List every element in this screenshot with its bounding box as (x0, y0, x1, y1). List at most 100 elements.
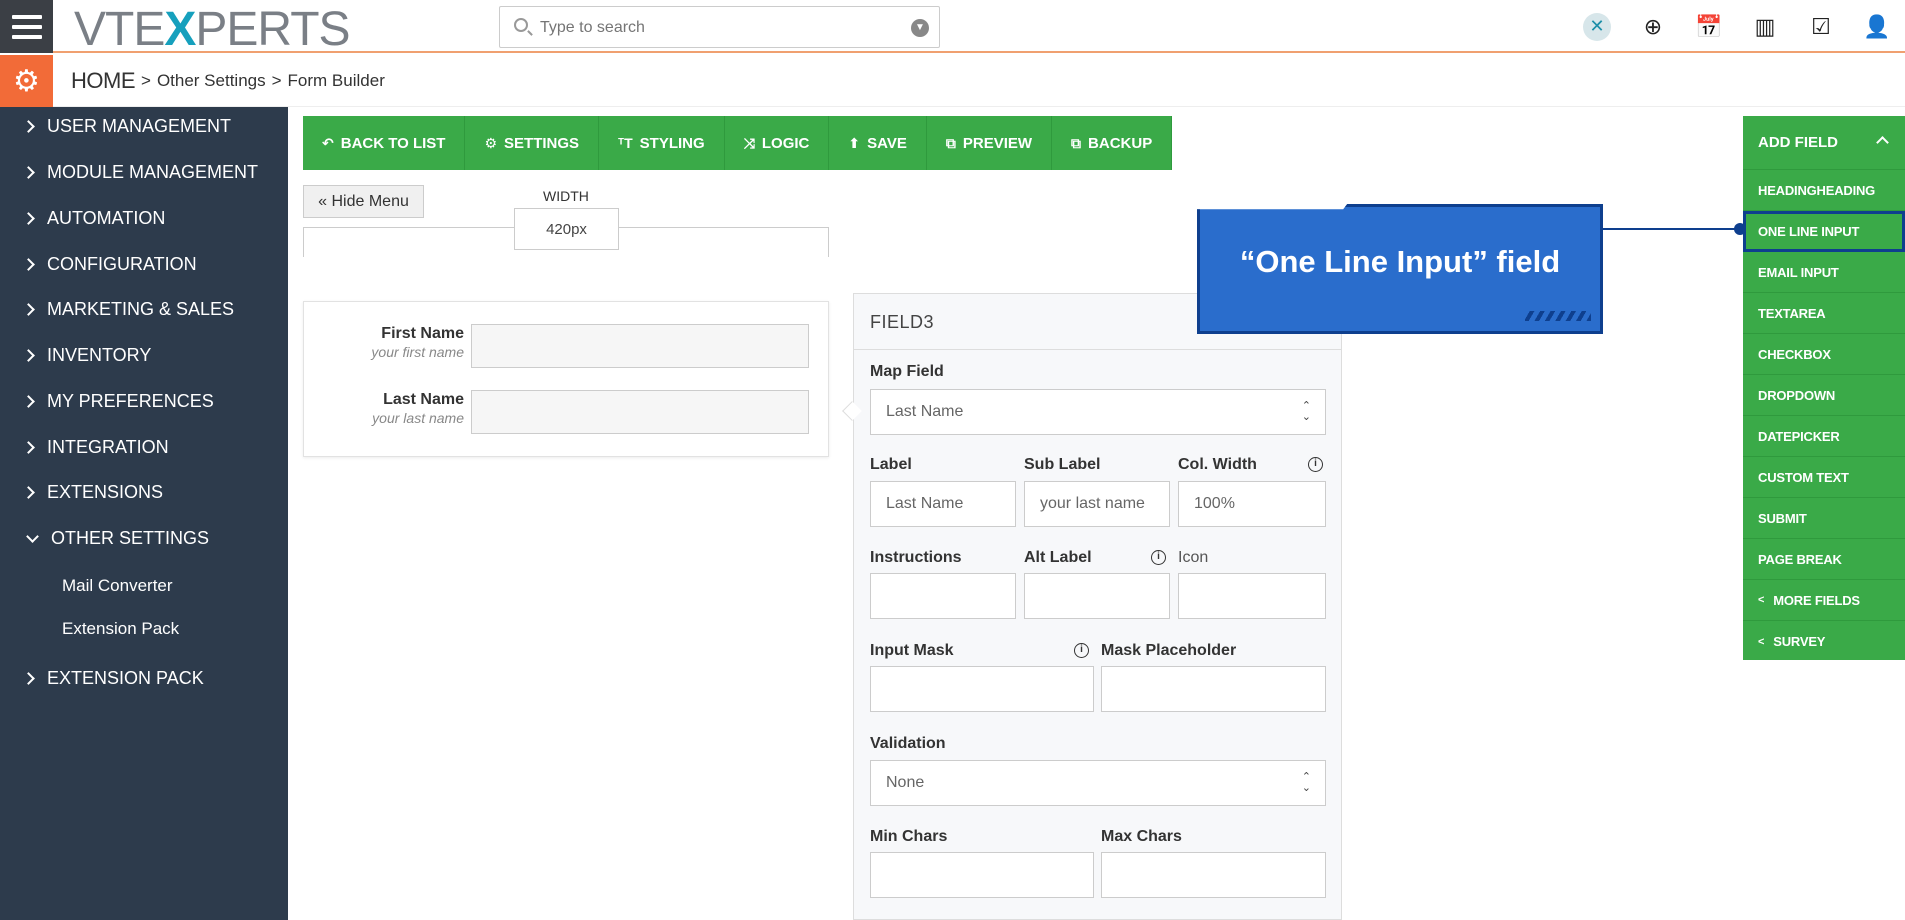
add-field-one-line-input[interactable]: ONE LINE INPUT (1743, 211, 1905, 252)
width-input[interactable]: 420px (514, 208, 619, 250)
breadcrumb-home[interactable]: HOME (71, 68, 136, 94)
chevron-right-icon (22, 165, 35, 179)
sidebar-item-my-preferences[interactable]: MY PREFERENCES (22, 386, 214, 416)
save-button[interactable]: ⬆ SAVE (829, 116, 927, 170)
maskplaceholder-input[interactable] (1101, 666, 1326, 712)
checkbox-icon[interactable]: ☑ (1793, 0, 1849, 53)
add-field-custom-text[interactable]: CUSTOM TEXT (1743, 457, 1905, 498)
info-icon[interactable]: i (1151, 550, 1166, 565)
top-icons: ✕ ⊕ 📅 ▥ ☑ 👤 (1569, 0, 1905, 53)
sidebar: USER MANAGEMENT MODULE MANAGEMENT AUTOMA… (0, 107, 288, 920)
add-field-checkbox[interactable]: CHECKBOX (1743, 334, 1905, 375)
plus-circle-icon[interactable]: ⊕ (1625, 0, 1681, 53)
external-link-icon: ⧉ (1071, 134, 1082, 151)
callout-text: “One Line Input” field (1239, 244, 1561, 279)
add-field-heading[interactable]: HEADINGHEADING (1743, 170, 1905, 211)
global-search[interactable]: ▼ (499, 6, 940, 48)
chevron-up-icon (1876, 136, 1889, 149)
inputmask-label: Input Mask (870, 642, 954, 659)
add-field-survey[interactable]: < SURVEY (1743, 621, 1905, 662)
add-field-dropdown[interactable]: DROPDOWN (1743, 375, 1905, 416)
altlabel-label: Alt Label (1024, 549, 1092, 566)
search-input[interactable] (540, 15, 880, 41)
gear-icon[interactable]: ⚙ (0, 55, 53, 107)
altlabel-input[interactable] (1024, 573, 1170, 619)
sidebar-item-other-settings[interactable]: OTHER SETTINGS (26, 523, 209, 553)
divider (854, 349, 1341, 350)
styling-button[interactable]: ᵀT STYLING (599, 116, 725, 170)
breadcrumb-other-settings[interactable]: Other Settings (157, 71, 266, 91)
info-icon[interactable]: i (1074, 643, 1089, 658)
callout-connector (1603, 228, 1739, 230)
logo-suffix: PERTS (195, 3, 350, 56)
maxchars-label: Max Chars (1101, 828, 1182, 845)
label-input[interactable]: Last Name (870, 481, 1016, 527)
icon-input[interactable] (1178, 573, 1326, 619)
validation-select[interactable]: None ⌃ ⌄ (870, 760, 1326, 806)
info-icon[interactable]: i (1308, 457, 1323, 472)
logo-x: X (164, 3, 196, 56)
hamburger-menu-icon[interactable] (0, 0, 53, 53)
upload-icon: ⬆ (848, 134, 861, 151)
add-field-more-fields[interactable]: < MORE FIELDS (1743, 580, 1905, 621)
select-arrows-icon: ⌃ ⌄ (1301, 771, 1311, 794)
x-badge-icon[interactable]: ✕ (1569, 0, 1625, 53)
chevron-left-icon: < (1758, 635, 1765, 648)
preview-button[interactable]: ⧉ PREVIEW (926, 116, 1053, 170)
logic-button[interactable]: ⤨ LOGIC (724, 116, 830, 170)
select-arrows-icon: ⌃ ⌄ (1301, 400, 1311, 423)
callout-stripes (1525, 311, 1591, 321)
sidebar-item-user-management[interactable]: USER MANAGEMENT (22, 111, 231, 141)
chevron-right-icon (22, 671, 35, 685)
instructions-input[interactable] (870, 573, 1016, 619)
sidebar-item-configuration[interactable]: CONFIGURATION (22, 249, 197, 279)
inputmask-input[interactable] (870, 666, 1094, 712)
sidebar-item-marketing-sales[interactable]: MARKETING & SALES (22, 294, 234, 324)
sidebar-item-module-management[interactable]: MODULE MANAGEMENT (22, 157, 258, 187)
sidebar-subitem-extension-pack[interactable]: Extension Pack (62, 619, 179, 639)
add-field-datepicker[interactable]: DATEPICKER (1743, 416, 1905, 457)
field-label: Last Name (383, 391, 464, 408)
add-field-header[interactable]: ADD FIELD (1743, 116, 1905, 170)
map-field-select[interactable]: Last Name ⌃ ⌄ (870, 389, 1326, 435)
maxchars-input[interactable] (1101, 852, 1326, 898)
external-link-icon: ⧉ (945, 134, 956, 151)
field-sublabel: your first name (371, 344, 464, 360)
chevron-right-icon (22, 348, 35, 362)
text-height-icon: ᵀT (618, 135, 633, 151)
add-field-textarea[interactable]: TEXTAREA (1743, 293, 1905, 334)
user-icon[interactable]: 👤 (1849, 0, 1905, 53)
chevron-right-icon (22, 211, 35, 225)
backup-button[interactable]: ⧉ BACKUP (1052, 116, 1173, 170)
sidebar-item-automation[interactable]: AUTOMATION (22, 203, 165, 233)
add-field-panel: ADD FIELD HEADINGHEADING ONE LINE INPUT … (1743, 116, 1905, 660)
chevron-right-icon (22, 485, 35, 499)
chevron-right-icon (22, 302, 35, 316)
sidebar-subitem-mail-converter[interactable]: Mail Converter (62, 576, 173, 596)
chevron-right-icon (22, 119, 35, 133)
add-field-email-input[interactable]: EMAIL INPUT (1743, 252, 1905, 293)
settings-button[interactable]: ⚙ SETTINGS (465, 116, 600, 170)
logo[interactable]: VTEXPERTS (74, 2, 351, 57)
sublabel-label: Sub Label (1024, 456, 1101, 473)
calendar-icon[interactable]: 📅 (1681, 0, 1737, 53)
sublabel-input[interactable]: your last name (1024, 481, 1170, 527)
minchars-label: Min Chars (870, 828, 948, 845)
add-field-page-break[interactable]: PAGE BREAK (1743, 539, 1905, 580)
sidebar-item-extension-pack[interactable]: EXTENSION PACK (22, 663, 204, 693)
back-to-list-button[interactable]: ↶ BACK TO LIST (303, 116, 466, 170)
hide-menu-button[interactable]: « Hide Menu (303, 185, 424, 218)
sidebar-item-integration[interactable]: INTEGRATION (22, 432, 169, 462)
last-name-input[interactable] (471, 390, 809, 434)
minchars-input[interactable] (870, 852, 1094, 898)
chevron-down-icon (26, 529, 39, 543)
add-field-submit[interactable]: SUBMIT (1743, 498, 1905, 539)
bar-chart-icon[interactable]: ▥ (1737, 0, 1793, 53)
chevron-down-icon[interactable]: ▼ (911, 19, 929, 37)
first-name-input[interactable] (471, 324, 809, 368)
undo-icon: ↶ (322, 134, 334, 151)
colwidth-input[interactable]: 100% (1178, 481, 1326, 527)
sidebar-item-extensions[interactable]: EXTENSIONS (22, 477, 163, 507)
field-sublabel: your last name (372, 410, 464, 426)
sidebar-item-inventory[interactable]: INVENTORY (22, 340, 151, 370)
